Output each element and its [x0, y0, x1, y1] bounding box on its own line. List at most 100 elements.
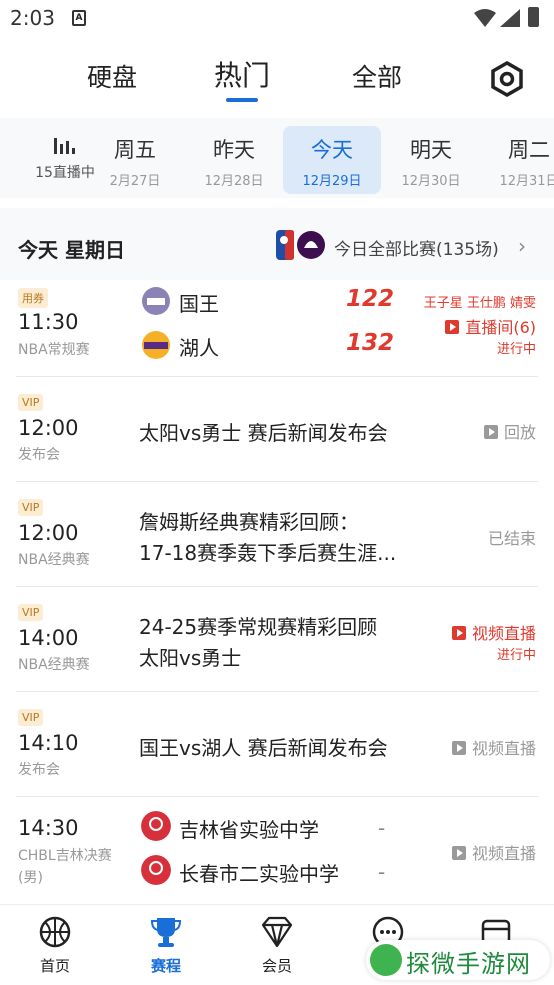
basketball-icon	[39, 916, 71, 948]
match-title: 24-25赛季常规赛精彩回顾	[139, 615, 378, 639]
day-name: 今天	[311, 138, 353, 162]
play-icon	[451, 626, 466, 640]
day-today[interactable]: 今天 12月29日	[283, 126, 381, 194]
video-live-link[interactable]: 视频直播	[451, 840, 536, 864]
tab-disk-label: 硬盘	[87, 63, 138, 92]
leaf-logo-icon	[370, 944, 402, 976]
tab-hot-label: 热门	[214, 59, 271, 92]
list-item[interactable]: VIP 12:00 发布会 太阳vs勇士 赛后新闻发布会 回放	[16, 376, 538, 482]
list-item[interactable]: VIP 12:00 NBA经典赛 詹姆斯经典赛精彩回顾： 17-18赛季轰下季后…	[16, 481, 538, 587]
lakers-logo-icon	[142, 331, 170, 359]
team1-score: -	[378, 816, 386, 840]
video-live-link[interactable]: 视频直播	[451, 735, 536, 759]
nav-schedule-label: 赛程	[150, 957, 181, 975]
active-tab-underline	[226, 98, 259, 102]
video-live-label: 视频直播	[471, 844, 536, 863]
watermark-text: 探微手游网	[406, 950, 531, 978]
play-icon	[451, 846, 466, 860]
match-league: 发布会	[18, 762, 60, 778]
day-tomorrow[interactable]: 明天 12月30日	[382, 126, 480, 194]
match-time: 12:00	[18, 416, 79, 440]
tab-disk[interactable]: 硬盘	[87, 58, 137, 94]
day-fri[interactable]: 周五 2月27日	[86, 126, 184, 194]
video-live-link[interactable]: 视频直播	[451, 620, 536, 644]
match-title: 詹姆斯经典赛精彩回顾：	[139, 510, 359, 534]
match-league: NBA常规赛	[18, 342, 90, 358]
tab-hot[interactable]: 热门	[214, 54, 271, 102]
vip-badge: VIP	[18, 499, 44, 516]
list-item[interactable]: VIP 14:10 发布会 国王vs湖人 赛后新闻发布会 视频直播	[16, 691, 538, 797]
day-date: 12月29日	[302, 174, 362, 189]
trophy-icon	[150, 918, 182, 947]
day-date: 12月30日	[401, 174, 461, 189]
chbl-logo-icon	[141, 811, 171, 841]
live-room-label: 直播间(6)	[465, 318, 536, 337]
day-name: 昨天	[213, 138, 255, 162]
video-live-label: 视频直播	[471, 739, 536, 758]
list-item[interactable]: 用券 11:30 NBA常规赛 国王 122 湖人 132 王子星 王仕鹏 婧雯…	[16, 284, 538, 377]
match-time: 14:00	[18, 626, 79, 650]
team2-score: 132	[346, 330, 395, 356]
team1-score: 122	[346, 286, 395, 312]
vip-badge: VIP	[18, 604, 44, 621]
team1-name: 吉林省实验中学	[179, 818, 319, 842]
day-yesterday[interactable]: 昨天 12月28日	[185, 126, 283, 194]
nav-member[interactable]: 会员	[237, 915, 317, 976]
match-league: 发布会	[18, 447, 60, 463]
live-bars-icon	[54, 138, 75, 154]
replay-link[interactable]: 回放	[483, 419, 536, 443]
status-time: 2:03	[10, 6, 55, 30]
coupon-badge: 用券	[18, 288, 48, 308]
sim-icon: A	[72, 10, 86, 26]
status-ended: 已结束	[487, 529, 536, 548]
match-league-line2: (男)	[18, 870, 43, 886]
team2-name: 湖人	[179, 336, 219, 360]
status-bar: 2:03 A	[0, 0, 554, 40]
watermark-badge: 探微手游网	[366, 940, 550, 980]
day-name: 周五	[114, 138, 156, 162]
match-league: NBA经典赛	[18, 552, 90, 568]
top-tabs: 硬盘 热门 全部	[0, 48, 554, 108]
battery-icon	[528, 7, 539, 27]
list-item[interactable]: 14:30 CHBL吉林决赛 (男) 吉林省实验中学 - 长春市二实验中学 - …	[16, 796, 538, 904]
nav-home-label: 首页	[39, 957, 70, 975]
vip-badge: VIP	[18, 709, 44, 726]
match-time: 11:30	[18, 310, 79, 334]
status-in-progress: 进行中	[496, 648, 536, 663]
signal-icon	[500, 9, 520, 27]
day-date: 2月27日	[109, 174, 161, 189]
day-date: 12月28日	[204, 174, 264, 189]
day-name: 周二	[508, 138, 550, 162]
chevron-right-icon[interactable]: ›	[518, 234, 526, 258]
vip-badge: VIP	[18, 394, 44, 411]
chbl-logo-icon	[141, 855, 171, 885]
day-name: 明天	[410, 138, 452, 162]
video-live-label: 视频直播	[471, 624, 536, 643]
match-title-line2: 17-18赛季轰下季后赛生涯...	[139, 541, 397, 565]
team1-name: 国王	[179, 292, 219, 316]
match-league: NBA经典赛	[18, 657, 90, 673]
play-icon	[483, 425, 498, 439]
play-icon	[451, 741, 466, 755]
team2-name: 长春市二实验中学	[179, 862, 339, 886]
day-tue[interactable]: 周二 12月31日	[480, 126, 554, 194]
diamond-icon	[261, 916, 293, 948]
wifi-icon	[474, 9, 496, 27]
settings-gear-icon[interactable]	[490, 61, 524, 97]
match-league: CHBL吉林决赛	[18, 848, 112, 864]
status-in-progress: 进行中	[496, 342, 536, 357]
live-room-link[interactable]: 直播间(6)	[445, 314, 536, 338]
nav-home[interactable]: 首页	[15, 915, 95, 976]
match-time: 12:00	[18, 521, 79, 545]
nav-schedule[interactable]: 赛程	[126, 915, 206, 976]
play-icon	[445, 320, 460, 334]
match-time: 14:10	[18, 731, 79, 755]
day-date: 12月31日	[499, 174, 554, 189]
list-item[interactable]: VIP 14:00 NBA经典赛 24-25赛季常规赛精彩回顾 太阳vs勇士 视…	[16, 586, 538, 692]
day-header-title: 今天 星期日	[18, 238, 125, 262]
tab-all[interactable]: 全部	[352, 58, 402, 94]
all-games-link[interactable]: 今日全部比赛(135场)	[334, 235, 499, 260]
match-title: 太阳vs勇士 赛后新闻发布会	[139, 421, 388, 445]
commentators: 王子星 王仕鹏 婧雯	[423, 296, 536, 311]
match-title: 国王vs湖人 赛后新闻发布会	[139, 736, 388, 760]
